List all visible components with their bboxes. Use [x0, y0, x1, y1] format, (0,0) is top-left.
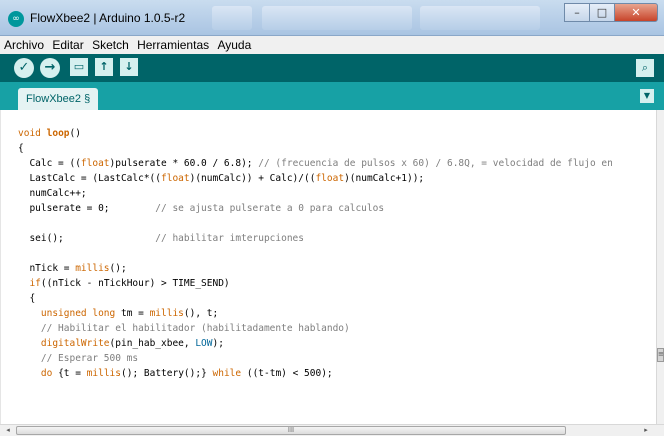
- open-icon[interactable]: ↑: [95, 58, 113, 76]
- code-token: (): [69, 128, 81, 139]
- horizontal-scroll-thumb[interactable]: III: [16, 426, 566, 435]
- code-keyword: millis: [149, 308, 184, 319]
- code-token: (); Battery();}: [121, 368, 213, 379]
- menu-ayuda[interactable]: Ayuda: [213, 36, 251, 52]
- code-line: void loop(): [18, 126, 613, 141]
- code-comment: // se ajusta pulserate a 0 para calculos: [155, 203, 385, 214]
- code-line: Calc = ((float)pulserate * 60.0 / 6.8); …: [18, 156, 613, 171]
- code-keyword: digitalWrite: [40, 338, 110, 349]
- vertical-scrollbar[interactable]: ≡: [656, 110, 664, 424]
- scroll-right-arrow-icon[interactable]: ▸: [640, 425, 652, 436]
- code-token: {t =: [52, 368, 87, 379]
- code-keyword: unsigned long: [40, 308, 116, 319]
- tab-flowxbee2[interactable]: FlowXbee2 §: [18, 88, 99, 110]
- code-comment: // Esperar 500 ms: [40, 353, 139, 364]
- verify-check-icon[interactable]: ✓: [14, 58, 34, 78]
- code-line: do {t = millis(); Battery();} while ((t-…: [18, 366, 613, 381]
- code-keyword: loop: [46, 128, 70, 139]
- code-line: numCalc++;: [18, 186, 613, 201]
- code-line: LastCalc = (LastCalc*((float)(numCalc)) …: [18, 171, 613, 186]
- save-icon[interactable]: ↓: [120, 58, 138, 76]
- window-controls: – □ ✕: [564, 3, 658, 22]
- code-token: LastCalc = (LastCalc*((: [18, 173, 161, 184]
- code-line: digitalWrite(pin_hab_xbee, LOW);: [18, 336, 613, 351]
- menu-archivo[interactable]: Archivo: [0, 36, 44, 52]
- maximize-button[interactable]: □: [589, 3, 615, 22]
- code-line: sei(); // habilitar imterupciones: [18, 231, 613, 246]
- code-token: (pin_hab_xbee,: [109, 338, 196, 349]
- code-keyword: while: [212, 368, 242, 379]
- upload-arrow-icon[interactable]: →: [40, 58, 60, 78]
- minimize-button[interactable]: –: [564, 3, 590, 22]
- code-keyword: millis: [75, 263, 110, 274]
- code-token: ((t-tm) < 500);: [241, 368, 333, 379]
- code-comment: // Habilitar el habilitador (habilitadam…: [40, 323, 350, 334]
- vertical-scroll-thumb[interactable]: ≡: [657, 348, 664, 362]
- code-token: )(numCalc)) + Calc)/((: [189, 173, 316, 184]
- code-token: )pulserate * 60.0 / 6.8);: [109, 158, 259, 169]
- code-token: tm =: [115, 308, 150, 319]
- code-token: )(numCalc+1));: [344, 173, 425, 184]
- code-line: // Esperar 500 ms: [18, 351, 613, 366]
- menu-sketch[interactable]: Sketch: [88, 36, 129, 52]
- code-token: Calc = ((: [18, 158, 81, 169]
- code-token: sei();: [18, 233, 156, 244]
- code-line: nTick = millis();: [18, 261, 613, 276]
- code-keyword: float: [80, 158, 110, 169]
- close-button[interactable]: ✕: [614, 3, 658, 22]
- code-keyword: if: [29, 278, 41, 289]
- code-token: {: [18, 143, 24, 154]
- tab-menu-icon[interactable]: ▼: [640, 89, 654, 103]
- code-keyword: do: [40, 368, 53, 379]
- code-line: unsigned long tm = millis(), t;: [18, 306, 613, 321]
- code-keyword: float: [161, 173, 190, 184]
- window-titlebar: ∞ FlowXbee2 | Arduino 1.0.5-r2 – □ ✕: [0, 0, 664, 36]
- new-file-icon[interactable]: ▭: [70, 58, 88, 76]
- menu-editar[interactable]: Editar: [48, 36, 83, 52]
- code-keyword: LOW: [195, 338, 213, 349]
- blurred-background-window: [212, 6, 252, 30]
- code-token: (), t;: [183, 308, 219, 319]
- code-token: ((nTick - nTickHour) > TIME_SEND): [40, 278, 230, 289]
- code-line: if((nTick - nTickHour) > TIME_SEND): [18, 276, 613, 291]
- arduino-icon: ∞: [8, 11, 24, 27]
- code-line: {: [18, 141, 613, 156]
- code-keyword: millis: [86, 368, 121, 379]
- code-comment: // (frecuencia de pulsos x 60) / 6.8Q, =…: [258, 158, 613, 169]
- magnifier-icon[interactable]: ⌕: [636, 59, 654, 77]
- code-editor[interactable]: void loop(){ Calc = ((float)pulserate * …: [0, 110, 656, 424]
- code-token: {: [18, 293, 36, 304]
- code-token: nTick =: [18, 263, 76, 274]
- code-token: pulserate = 0;: [18, 203, 156, 214]
- scroll-left-arrow-icon[interactable]: ◂: [2, 425, 14, 436]
- code-line: pulserate = 0; // se ajusta pulserate a …: [18, 201, 613, 216]
- code-line: // Habilitar el habilitador (habilitadam…: [18, 321, 613, 336]
- code-text[interactable]: void loop(){ Calc = ((float)pulserate * …: [18, 126, 613, 381]
- code-keyword: float: [315, 173, 345, 184]
- code-keyword: void: [18, 128, 41, 139]
- toolbar: ✓ → ▭ ↑ ↓ ⌕: [0, 54, 664, 82]
- code-comment: // habilitar imterupciones: [155, 233, 304, 244]
- code-token: ();: [109, 263, 127, 274]
- blurred-background-window: [420, 6, 540, 30]
- menu-herramientas[interactable]: Herramientas: [133, 36, 209, 52]
- tab-bar: FlowXbee2 § ▼: [0, 82, 664, 110]
- horizontal-scrollbar[interactable]: ◂ III ▸: [0, 424, 664, 436]
- window-title: FlowXbee2 | Arduino 1.0.5-r2: [30, 11, 186, 25]
- blurred-background-window: [262, 6, 412, 30]
- code-token: );: [212, 338, 224, 349]
- code-line: {: [18, 291, 613, 306]
- menu-bar: Archivo Editar Sketch Herramientas Ayuda: [0, 36, 664, 54]
- code-token: numCalc++;: [18, 188, 87, 199]
